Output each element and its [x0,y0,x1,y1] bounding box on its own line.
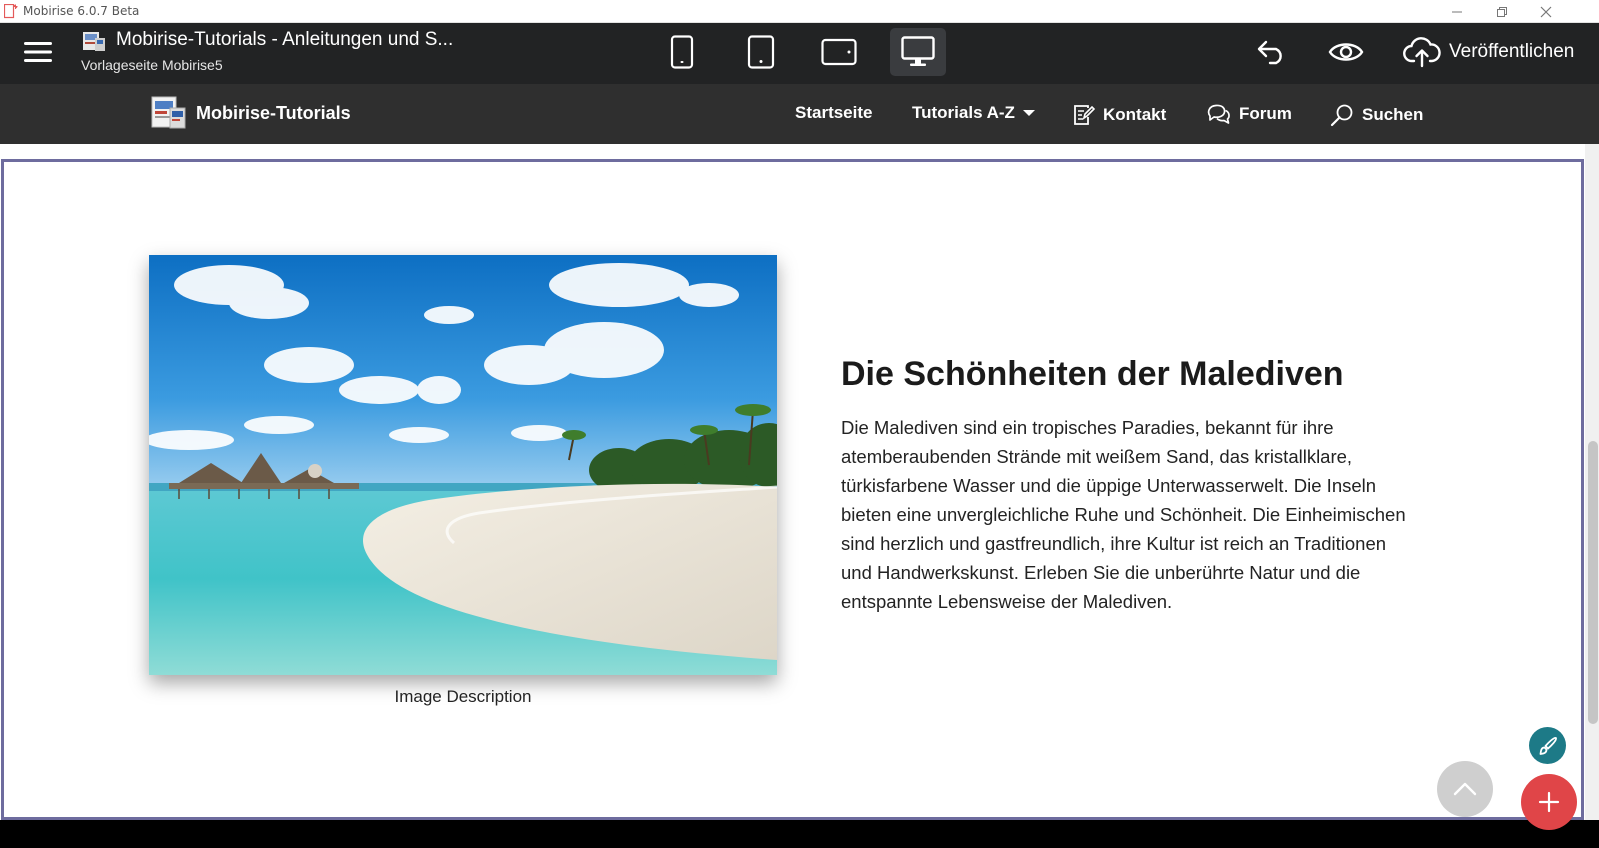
minimize-icon [1452,11,1462,12]
minimize-button[interactable] [1435,0,1479,23]
window-titlebar: Mobirise 6.0.7 Beta [0,0,1599,23]
eye-icon [1328,43,1364,61]
nav-item-suchen[interactable]: Suchen [1330,103,1423,127]
section-heading[interactable]: Die Schönheiten der Malediven [841,355,1344,394]
preview-button[interactable] [1326,31,1366,73]
search-icon [1330,104,1353,127]
canvas-footer-band [0,820,1599,848]
menu-icon[interactable] [24,40,52,64]
desktop-icon [901,36,935,66]
site-thumbnail-icon [83,32,105,51]
scrollbar-thumb[interactable] [1588,441,1598,724]
publish-button[interactable]: Veröffentlichen [1403,31,1574,73]
plus-icon [1538,791,1560,813]
editor-toolbar: Mobirise-Tutorials - Anleitungen und S..… [0,23,1599,84]
device-tablet-button[interactable] [733,28,789,76]
nav-item-label: Startseite [795,103,873,122]
cloud-upload-icon [1403,37,1441,68]
brand-logo[interactable] [150,94,187,130]
nav-item-startseite[interactable]: Startseite [795,103,872,123]
caret-down-icon [1022,110,1035,116]
nav-item-kontakt[interactable]: Kontakt [1073,103,1166,127]
nav-item-tutorials[interactable]: Tutorials A-Z [912,103,1035,123]
edit-note-icon [1074,105,1095,125]
undo-icon [1257,40,1282,65]
beach-illustration [149,255,777,675]
restore-icon [1497,6,1507,17]
add-block-button[interactable] [1521,774,1577,830]
mobile-icon [670,35,694,69]
tablet-landscape-icon [821,38,857,66]
close-button[interactable] [1524,0,1568,23]
brand-name[interactable]: Mobirise-Tutorials [196,103,351,124]
nav-item-label: Kontakt [1103,105,1167,124]
nav-item-label: Suchen [1362,105,1424,124]
device-mobile-button[interactable] [654,28,710,76]
page-title[interactable]: Mobirise-Tutorials - Anleitungen und S..… [116,29,453,51]
chevron-up-icon [1453,782,1477,796]
undo-button[interactable] [1254,31,1290,73]
mobirise-app-icon [4,4,18,19]
style-edit-button[interactable] [1529,727,1566,764]
image-caption[interactable]: Image Description [149,687,777,707]
nav-item-label: Tutorials A-Z [912,103,1015,122]
nav-item-forum[interactable]: Forum [1207,103,1292,125]
window-title: Mobirise 6.0.7 Beta [23,4,140,18]
device-desktop-button[interactable] [890,28,946,76]
scroll-to-top-button[interactable] [1437,761,1493,817]
nav-item-label: Forum [1239,104,1292,123]
publish-label: Veröffentlichen [1449,41,1575,62]
tablet-icon [747,35,775,69]
device-tablet-landscape-button[interactable] [811,28,867,76]
chat-bubbles-icon [1207,104,1230,124]
close-icon [1540,6,1552,17]
page-subtitle: Vorlageseite Mobirise5 [81,57,223,73]
restore-button[interactable] [1480,0,1524,23]
site-navbar: Mobirise-Tutorials Startseite Tutorials … [0,84,1599,144]
section-body-text[interactable]: Die Malediven sind ein tropisches Paradi… [841,413,1411,616]
brush-icon [1539,736,1557,755]
maldives-beach-image[interactable] [149,255,777,675]
